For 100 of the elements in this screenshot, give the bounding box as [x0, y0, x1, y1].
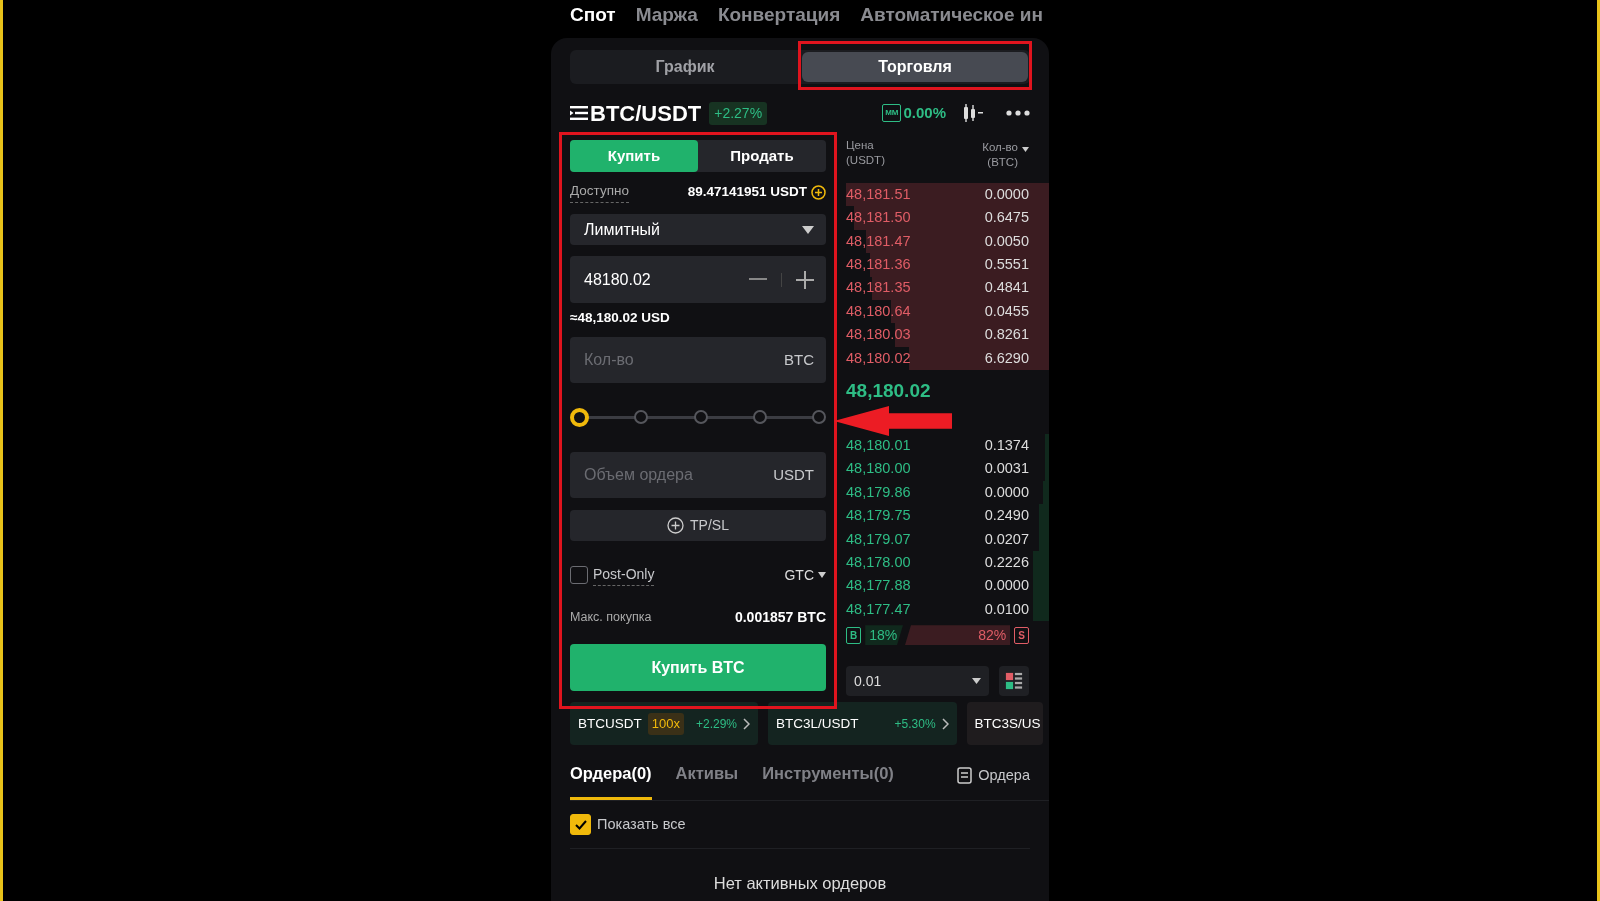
last-price: 48,180.02 — [846, 379, 932, 404]
pair-chip[interactable]: BTC3L/USDT +5.30% — [768, 702, 957, 746]
pair-symbol[interactable]: BTC/USDT — [590, 96, 702, 130]
book-quantity: 0.4841 — [984, 278, 1029, 298]
slider-stop[interactable] — [570, 407, 589, 427]
nav-tab[interactable]: Маржа — [635, 0, 698, 30]
book-price[interactable]: 48,180.64 — [846, 300, 911, 323]
add-circle-icon[interactable] — [811, 184, 826, 200]
book-price[interactable]: 48,179.07 — [846, 528, 911, 551]
change-badge: +2.27% — [709, 101, 768, 125]
book-price[interactable]: 48,181.51 — [846, 183, 911, 206]
sell-share-bar: 82% — [904, 625, 1011, 646]
available-label: Доступно — [570, 181, 629, 203]
slider-stop[interactable] — [693, 410, 708, 424]
book-quantity: 0.0031 — [984, 459, 1029, 479]
book-price[interactable]: 48,181.36 — [846, 254, 911, 276]
book-quantity: 0.2490 — [984, 506, 1029, 526]
caret-icon[interactable] — [1022, 146, 1029, 152]
nav-tab[interactable]: Спот — [570, 0, 616, 30]
book-quantity: 0.0000 — [984, 482, 1029, 502]
book-price[interactable]: 48,180.02 — [846, 347, 911, 370]
pair-chip[interactable]: BTCUSDT 100x +2.29% — [570, 702, 758, 746]
check-icon — [574, 819, 587, 830]
book-price[interactable]: 48,180.00 — [846, 458, 911, 481]
book-quantity: 0.0050 — [984, 231, 1029, 251]
book-quantity: 0.0207 — [984, 529, 1029, 549]
slider-stop[interactable] — [812, 410, 826, 424]
view-tab[interactable]: График — [572, 52, 798, 82]
minus-icon[interactable] — [749, 278, 767, 281]
book-quantity: 0.0000 — [984, 184, 1029, 204]
tpsl-button[interactable]: TP/SL — [570, 510, 826, 541]
unit-label: USDT — [773, 464, 814, 485]
add-circle-icon — [667, 517, 685, 534]
book-quantity: 0.0455 — [984, 301, 1029, 321]
max-buy-label: Макс. покупка — [570, 608, 652, 626]
price-approx: ≈48,180.02 USD — [570, 309, 671, 326]
empty-message: Нет активных ордеров — [712, 873, 888, 895]
depth-bar — [1032, 597, 1049, 622]
order-volume-field[interactable]: Объем ордера USDT — [570, 452, 826, 498]
price-input[interactable]: 48180.02 — [584, 267, 749, 292]
caret-icon — [818, 572, 826, 578]
book-quantity: 6.6290 — [984, 348, 1029, 368]
time-in-force-dropdown[interactable]: GTC — [784, 564, 826, 586]
mm-badge: MM — [882, 104, 902, 122]
book-price[interactable]: 48,179.75 — [846, 505, 911, 527]
book-quantity: 0.6475 — [984, 208, 1029, 228]
orders-tab[interactable]: Активы — [675, 760, 739, 801]
sell-badge: S — [1014, 626, 1029, 644]
slider-stop[interactable] — [634, 410, 649, 424]
caret-icon — [972, 678, 981, 685]
orders-link[interactable]: Ордера — [957, 764, 1030, 801]
quantity-field[interactable]: Кол-во BTC — [570, 337, 826, 383]
orders-tab[interactable]: Инструменты(0) — [762, 760, 894, 801]
pair-chip[interactable]: BTC3S/US — [966, 702, 1043, 746]
book-quantity: 0.8261 — [984, 325, 1029, 345]
book-price[interactable]: 48,179.86 — [846, 481, 911, 504]
orders-tab[interactable]: Ордера(0) — [570, 760, 652, 801]
caret-icon — [802, 225, 814, 234]
mm-rate: 0.00% — [903, 102, 946, 123]
book-quantity: 0.0100 — [984, 599, 1029, 619]
menu-icon[interactable] — [570, 106, 588, 120]
column-header: Цена (USDT) — [846, 138, 885, 168]
book-price[interactable]: 48,177.47 — [846, 598, 911, 621]
book-quantity: 0.0000 — [984, 576, 1029, 596]
post-only-label[interactable]: Post-Only — [593, 564, 655, 586]
tick-size-dropdown[interactable]: 0.01 — [846, 666, 989, 697]
unit-label: BTC — [784, 349, 814, 370]
book-price[interactable]: 48,180.01 — [846, 434, 911, 457]
book-quantity: 0.1374 — [984, 435, 1029, 455]
chevron-right-icon — [743, 717, 750, 730]
order-volume-input[interactable]: Объем ордера — [584, 463, 774, 487]
buy-share-bar: 18% — [865, 625, 903, 646]
book-price[interactable]: 48,177.88 — [846, 575, 911, 598]
leverage-badge: 100x — [647, 713, 684, 735]
price-field[interactable]: 48180.02 — [570, 256, 826, 303]
slider-stop[interactable] — [752, 410, 767, 424]
checkbox[interactable] — [570, 814, 591, 836]
book-layout-icon[interactable] — [999, 666, 1029, 697]
book-price[interactable]: 48,181.50 — [846, 207, 911, 229]
book-price[interactable]: 48,181.47 — [846, 230, 911, 253]
document-icon — [957, 766, 973, 784]
candlestick-icon[interactable] — [962, 103, 984, 123]
book-price[interactable]: 48,181.35 — [846, 277, 911, 300]
side-tab[interactable]: Продать — [698, 140, 826, 172]
plus-icon[interactable] — [796, 270, 814, 289]
more-icon[interactable] — [1006, 110, 1030, 116]
view-tab[interactable]: Торговля — [802, 52, 1028, 82]
nav-tab[interactable]: Автоматическое ин — [860, 0, 1043, 30]
column-header: Кол-во (BTC) — [982, 140, 1018, 170]
show-all-label[interactable]: Показать все — [597, 813, 686, 836]
nav-tab[interactable]: Конвертация — [717, 0, 841, 30]
book-price[interactable]: 48,178.00 — [846, 551, 911, 574]
book-price[interactable]: 48,180.03 — [846, 324, 911, 346]
book-quantity: 0.2226 — [984, 552, 1029, 572]
quantity-input[interactable]: Кол-во — [584, 348, 784, 372]
order-type-dropdown[interactable]: Лимитный — [570, 214, 826, 245]
book-quantity: 0.5551 — [984, 255, 1029, 274]
checkbox[interactable] — [570, 566, 588, 584]
chevron-right-icon — [941, 717, 949, 730]
available-value: 89.47141951 USDT — [687, 182, 807, 201]
